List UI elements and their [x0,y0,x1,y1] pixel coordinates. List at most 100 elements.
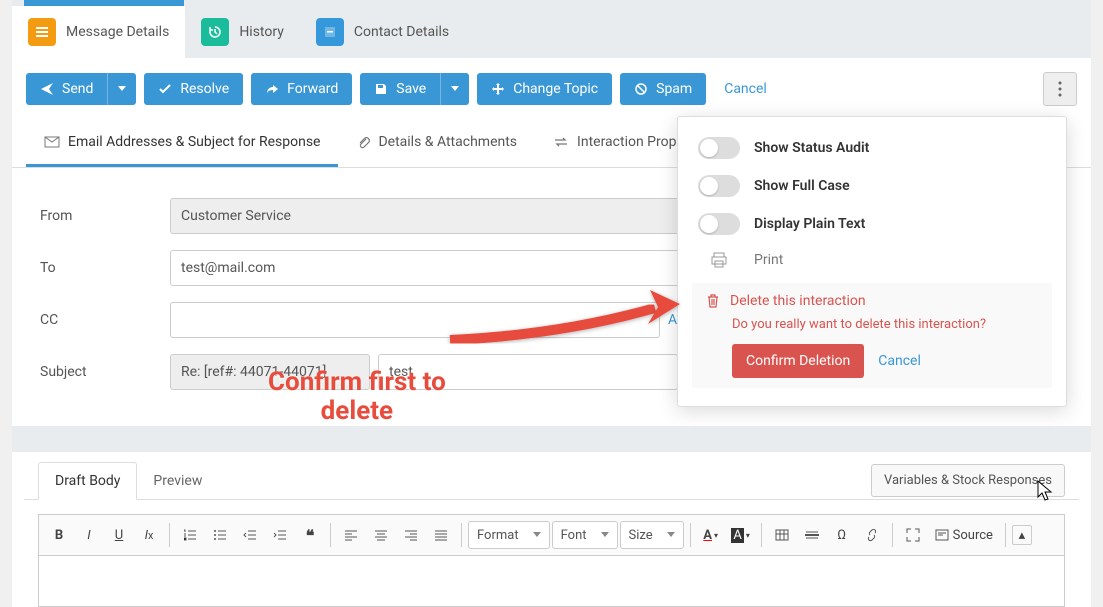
confirm-deletion-button[interactable]: Confirm Deletion [732,344,864,378]
numbered-list-button[interactable] [176,521,204,549]
tab-message-details[interactable]: Message Details [12,6,185,58]
toggle-label: Display Plain Text [754,216,865,232]
editor-toolbar: B I U Ix ❝ Format Font Size A▾ A▾ Ω Sour… [39,515,1064,556]
tab-label: Contact Details [354,24,449,40]
tab-preview[interactable]: Preview [137,463,218,499]
check-icon [158,82,172,96]
forward-button[interactable]: Forward [251,73,352,105]
toggle-switch[interactable] [698,137,740,159]
toggle-display-plain-text[interactable]: Display Plain Text [678,205,1066,243]
contact-icon [316,18,344,46]
maximize-button[interactable] [899,521,927,549]
caret-down-icon [667,532,675,538]
align-right-button[interactable] [397,521,425,549]
print-action[interactable]: Print [678,243,1066,277]
bullet-list-button[interactable] [206,521,234,549]
send-icon [40,82,54,96]
caret-down-icon [601,532,609,538]
align-center-button[interactable] [367,521,395,549]
main-tabs: Message Details History Contact Details [12,6,1091,58]
indent-button[interactable] [266,521,294,549]
cc-label: CC [40,312,170,328]
font-dropdown[interactable]: Font [552,521,618,549]
from-input[interactable] [170,198,690,234]
save-dropdown[interactable] [440,73,469,105]
cancel-deletion-link[interactable]: Cancel [878,353,921,369]
italic-button[interactable]: I [75,521,103,549]
cc-input[interactable] [170,302,660,338]
caret-down-icon [451,86,459,92]
collapse-toolbar-button[interactable]: ▴ [1012,525,1032,545]
table-button[interactable] [768,521,796,549]
send-button-group: Send [26,73,136,105]
spam-button[interactable]: Spam [620,73,706,105]
kebab-icon [1058,81,1062,97]
toggle-label: Show Full Case [754,178,850,194]
source-icon [935,528,949,542]
bg-color-button[interactable]: A▾ [727,521,755,549]
forward-icon [265,82,279,96]
delete-confirmation-section: Delete this interaction Do you really wa… [692,283,1052,388]
align-justify-button[interactable] [427,521,455,549]
align-left-button[interactable] [337,521,365,549]
to-label: To [40,260,170,276]
toggle-label: Show Status Audit [754,140,869,156]
link-button[interactable] [858,521,886,549]
tab-history[interactable]: History [185,6,300,58]
subtab-details-attachments[interactable]: Details & Attachments [338,120,535,167]
source-button[interactable]: Source [929,521,999,549]
action-label: Print [754,252,783,268]
button-label: Spam [656,81,692,97]
toggle-switch[interactable] [698,213,740,235]
delete-title: Delete this interaction [730,293,866,309]
subtab-label: Email Addresses & Subject for Response [68,134,320,150]
cancel-link[interactable]: Cancel [714,73,777,105]
outdent-button[interactable] [236,521,264,549]
subtab-email-addresses[interactable]: Email Addresses & Subject for Response [26,120,338,167]
more-menu-dropdown: Show Status Audit Show Full Case Display… [677,116,1067,407]
action-toolbar: Send Resolve Forward Save Change Topic S… [12,58,1091,120]
button-label: Forward [287,81,338,97]
variables-button[interactable]: Variables & Stock Responses [871,464,1065,497]
resolve-button[interactable]: Resolve [144,73,243,105]
tab-draft-body[interactable]: Draft Body [38,462,137,500]
editor-tabs: Draft Body Preview Variables & Stock Res… [24,452,1079,500]
separator-strip [12,426,1091,452]
toggle-show-status-audit[interactable]: Show Status Audit [678,129,1066,167]
underline-button[interactable]: U [105,521,133,549]
caret-down-icon [118,86,126,92]
button-label: Send [62,81,93,97]
button-label: Save [396,81,426,97]
blockquote-button[interactable]: ❝ [296,521,324,549]
subject-label: Subject [40,364,170,380]
toggle-switch[interactable] [698,175,740,197]
more-menu-button[interactable] [1043,72,1077,106]
send-dropdown[interactable] [107,73,136,105]
caret-down-icon [533,532,541,538]
editor-content[interactable] [39,556,1064,606]
envelope-icon [44,136,60,148]
format-dropdown[interactable]: Format [468,521,550,549]
size-dropdown[interactable]: Size [620,521,684,549]
tab-contact-details[interactable]: Contact Details [300,6,465,58]
change-topic-button[interactable]: Change Topic [477,73,612,105]
toggle-show-full-case[interactable]: Show Full Case [678,167,1066,205]
button-label: Resolve [180,81,229,97]
print-icon [698,251,740,269]
tab-label: Message Details [66,24,169,40]
from-label: From [40,208,170,224]
clear-format-button[interactable]: Ix [135,521,163,549]
history-icon [201,18,229,46]
subject-input[interactable] [378,354,678,390]
button-label: Change Topic [513,81,598,97]
special-char-button[interactable]: Ω [828,521,856,549]
to-input[interactable] [170,250,690,286]
text-color-button[interactable]: A▾ [697,521,725,549]
bold-button[interactable]: B [45,521,73,549]
save-button-group: Save [360,73,469,105]
tab-label: History [239,24,284,40]
hr-button[interactable] [798,521,826,549]
save-button[interactable]: Save [360,73,440,105]
hamburger-icon [28,18,56,46]
send-button[interactable]: Send [26,73,107,105]
